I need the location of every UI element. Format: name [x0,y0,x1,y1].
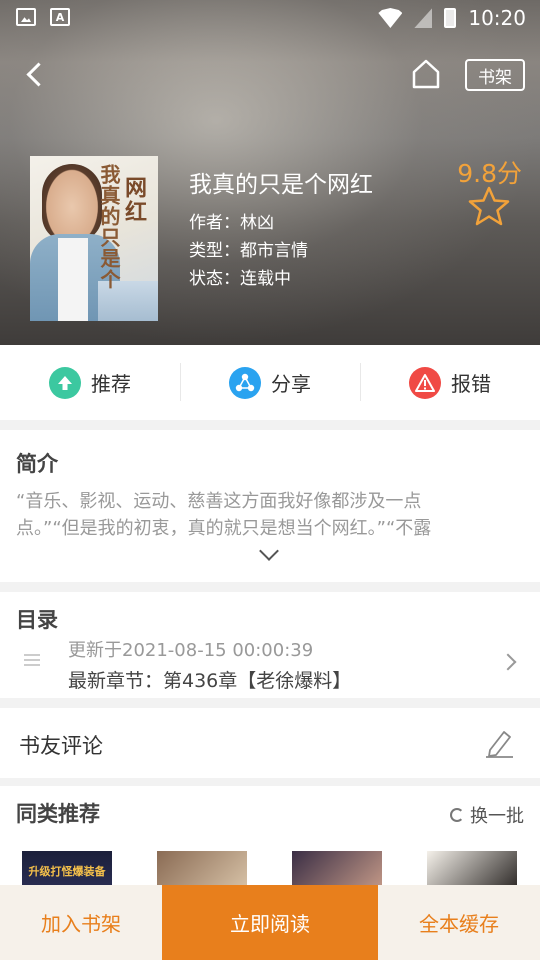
comments-title: 书友评论 [19,734,103,758]
refresh-icon [450,808,464,822]
recommended-book-1[interactable]: 升级打怪爆装备 [22,851,112,885]
up-arrow-icon [49,366,81,399]
share-label: 分享 [271,372,311,396]
edit-icon[interactable] [482,726,516,760]
cache-all-button[interactable]: 全本缓存 [378,885,540,960]
gallery-notification-icon [16,8,36,26]
wifi-icon [378,8,403,28]
book-score: 9.8分 [457,159,522,188]
home-icon[interactable] [410,58,442,90]
book-status: 状态：连载中 [189,269,291,289]
status-time: 10:20 [468,6,526,30]
book-cover: 网红 我真的只是个 [30,156,158,321]
read-now-button[interactable]: 立即阅读 [162,885,378,960]
recommended-book-3[interactable] [292,851,382,885]
font-notification-icon: A [50,8,70,26]
share-icon [229,366,261,399]
similar-title: 同类推荐 [16,802,100,826]
toc-title: 目录 [16,608,58,632]
recommended-book-2[interactable] [157,851,247,885]
toc-section[interactable]: 目录 更新于2021-08-15 00:00:39 最新章节：第436章【老徐爆… [0,592,540,698]
cover-subtitle: 我真的只是个 [97,164,121,290]
book-header: A 10:20 书架 网红 我真的只是个 我真的只是个网红 作者：林凶 类型：都… [0,0,540,345]
warning-icon [409,366,441,399]
similar-section: 同类推荐 换一批 升级打怪爆装备 [0,786,540,885]
book-author: 作者：林凶 [189,213,274,233]
action-bar: 推荐 分享 报错 [0,345,540,420]
chevron-right-icon[interactable] [499,653,517,671]
share-button[interactable]: 分享 [180,345,360,420]
recommend-button[interactable]: 推荐 [0,345,180,420]
star-icon[interactable] [468,186,510,226]
bottom-bar: 加入书架 立即阅读 全本缓存 [0,885,540,960]
toc-latest-chapter: 最新章节：第436章【老徐爆料】 [68,670,352,692]
expand-chevron-icon[interactable] [259,541,279,561]
list-icon [24,654,40,668]
recommend-label: 推荐 [91,372,131,396]
toc-updated: 更新于2021-08-15 00:00:39 [68,640,314,661]
book-title: 我真的只是个网红 [189,172,373,198]
book-genre: 类型：都市言情 [189,241,308,261]
no-signal-icon [414,8,433,28]
recommended-book-4[interactable] [427,851,517,885]
refresh-batch-button[interactable]: 换一批 [450,802,524,828]
back-icon[interactable] [22,60,52,90]
report-error-button[interactable]: 报错 [360,345,540,420]
report-error-label: 报错 [451,372,491,396]
add-to-shelf-button[interactable]: 加入书架 [0,885,162,960]
refresh-label: 换一批 [470,806,524,827]
status-bar: A 10:20 [0,0,540,36]
intro-text: “音乐、影视、运动、慈善这方面我好像都涉及一点 点。”“但是我的初衷，真的就只是… [16,491,432,539]
comments-section: 书友评论 [0,708,540,778]
bookshelf-button[interactable]: 书架 [465,59,525,91]
intro-section: 简介 “音乐、影视、运动、慈善这方面我好像都涉及一点 点。”“但是我的初衷，真的… [0,430,540,582]
intro-title: 简介 [16,452,58,476]
battery-charging-icon [444,8,457,28]
